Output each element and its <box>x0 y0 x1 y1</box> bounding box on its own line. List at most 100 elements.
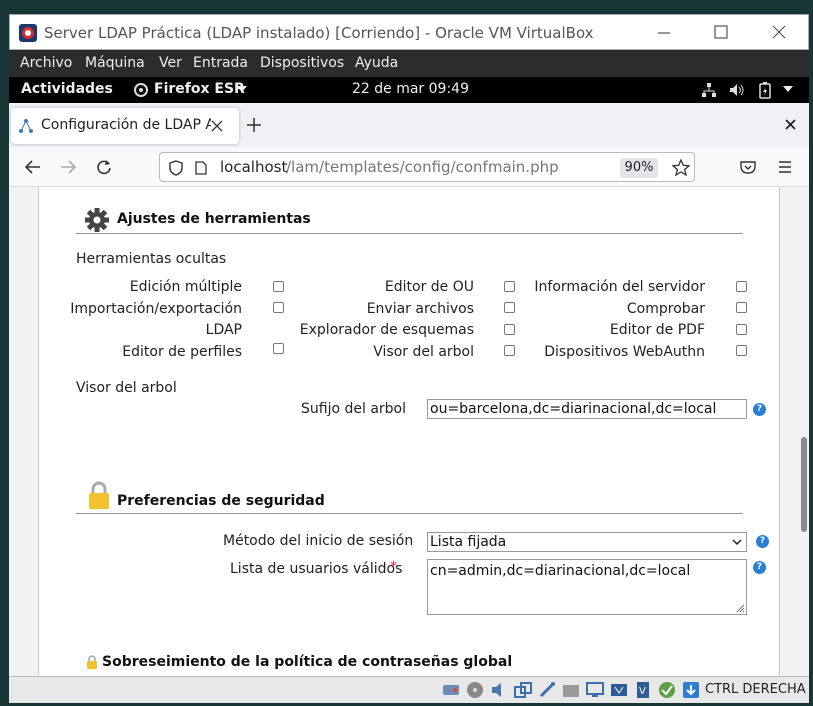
close-window-icon[interactable] <box>785 119 796 130</box>
url-path: /lam/templates/config/confmain.php <box>286 158 559 176</box>
gear-icon <box>85 208 109 232</box>
forward-icon[interactable] <box>60 160 76 174</box>
harddisk-icon[interactable] <box>442 681 460 699</box>
section-divider <box>76 233 743 234</box>
volume-icon[interactable] <box>729 82 745 98</box>
help-icon[interactable]: ? <box>753 561 766 574</box>
network-adapter-icon[interactable] <box>514 681 532 699</box>
tree-suffix-input[interactable] <box>427 399 747 419</box>
tool-label: Enviar archivos <box>366 301 474 317</box>
tool-label: Comprobar <box>626 301 705 317</box>
maximize-icon[interactable] <box>714 25 728 39</box>
clock[interactable]: 22 de mar 09:49 <box>352 81 469 97</box>
valid-users-label: Lista de usuarios válidos <box>230 561 403 577</box>
keyboard-capture-icon[interactable] <box>682 681 700 699</box>
activities-button[interactable]: Actividades <box>21 81 113 97</box>
hidden-tools-label: Herramientas ocultas <box>76 251 227 267</box>
audio-icon[interactable] <box>490 681 508 699</box>
shared-folders-icon[interactable] <box>562 681 580 699</box>
hamburger-menu-icon[interactable] <box>778 160 792 174</box>
valid-users-textarea[interactable]: cn=admin,dc=diarinacional,dc=local <box>427 559 747 615</box>
display-icon[interactable] <box>586 681 604 699</box>
tool-label: Editor de PDF <box>609 322 705 338</box>
tree-viewer-label: Visor del arbol <box>76 380 177 396</box>
vt-x-icon[interactable]: V <box>634 681 652 699</box>
tool-label: Edición múltiple <box>129 279 242 295</box>
tool-label: Editor de perfiles <box>122 344 242 360</box>
login-method-value: Lista fijada <box>430 534 507 550</box>
lock-icon <box>89 481 109 509</box>
browser-tab-bar: Configuración de LDAP Ac <box>9 103 809 147</box>
guest-additions-icon[interactable] <box>658 681 676 699</box>
video-capture-icon[interactable] <box>610 681 628 699</box>
usb-icon[interactable] <box>538 681 556 699</box>
close-icon[interactable] <box>772 25 786 39</box>
tool-checkbox[interactable] <box>736 281 747 292</box>
menu-dispositivos[interactable]: Dispositivos <box>260 55 344 71</box>
tool-checkbox[interactable] <box>273 343 284 354</box>
browser-nav-bar: localhost /lam/templates/config/confmain… <box>9 147 809 187</box>
host-key-label: CTRL DERECHA <box>705 682 806 697</box>
url-bar[interactable]: localhost /lam/templates/config/confmain… <box>159 152 695 182</box>
tab-close-icon[interactable] <box>211 120 223 132</box>
login-method-label: Método del inicio de sesión <box>223 533 414 549</box>
section-title-password-policy: Sobreseimiento de la política de contras… <box>102 654 513 670</box>
window-title: Server LDAP Práctica (LDAP instalado) [C… <box>44 24 594 42</box>
back-icon[interactable] <box>25 160 41 174</box>
tool-label: Explorador de esquemas <box>299 322 474 338</box>
tool-checkbox[interactable] <box>736 345 747 356</box>
lam-favicon-icon <box>19 119 33 133</box>
help-icon[interactable]: ? <box>753 403 766 416</box>
tool-checkbox[interactable] <box>736 324 747 335</box>
resize-handle-icon[interactable] <box>736 604 745 613</box>
section-title-tools: Ajustes de herramientas <box>117 211 311 227</box>
tool-label: Dispositivos WebAuthn <box>544 344 705 360</box>
tool-checkbox[interactable] <box>736 302 747 313</box>
tab-title: Configuración de LDAP Ac <box>41 117 211 133</box>
bookmark-star-icon[interactable] <box>672 159 690 176</box>
minimize-icon[interactable] <box>657 25 671 39</box>
tool-checkbox[interactable] <box>273 302 284 313</box>
new-tab-icon[interactable] <box>247 118 261 132</box>
reload-icon[interactable] <box>96 159 112 175</box>
login-method-select[interactable]: Lista fijada <box>427 532 747 552</box>
tool-label: Editor de OU <box>384 279 474 295</box>
page-info-icon[interactable] <box>195 161 207 175</box>
tool-checkbox[interactable] <box>504 324 515 335</box>
tree-suffix-label: Sufijo del arbol <box>301 401 406 417</box>
menu-ver[interactable]: Ver <box>159 55 182 71</box>
vbox-menu-bar: Archivo Máquina Ver Entrada Dispositivos… <box>9 50 809 77</box>
network-icon[interactable] <box>701 82 717 98</box>
menu-maquina[interactable]: Máquina <box>85 55 145 71</box>
app-menu-firefox[interactable]: Firefox ESR <box>154 81 245 97</box>
tool-label: Importación/exportación <box>70 301 242 317</box>
system-menu-chevron-down-icon[interactable] <box>783 86 793 94</box>
optical-drive-icon[interactable] <box>466 681 484 699</box>
menu-archivo[interactable]: Archivo <box>20 55 72 71</box>
pocket-icon[interactable] <box>740 160 756 174</box>
valid-users-value: cn=admin,dc=diarinacional,dc=local <box>430 563 691 579</box>
page-content: Ajustes de herramientas Herramientas ocu… <box>9 187 809 676</box>
menu-entrada[interactable]: Entrada <box>193 55 248 71</box>
tool-checkbox[interactable] <box>504 345 515 356</box>
tool-checkbox[interactable] <box>504 281 515 292</box>
tool-checkbox[interactable] <box>273 281 284 292</box>
lock-icon <box>87 655 97 669</box>
section-title-security: Preferencias de seguridad <box>117 493 325 509</box>
tool-label: Visor del arbol <box>373 344 474 360</box>
battery-icon[interactable] <box>759 81 771 99</box>
app-menu-chevron-down-icon <box>237 86 247 92</box>
tool-checkbox[interactable] <box>504 302 515 313</box>
page-scrollbar[interactable] <box>799 187 809 676</box>
help-icon[interactable]: ? <box>756 535 769 548</box>
zoom-badge[interactable]: 90% <box>620 158 658 178</box>
shield-icon[interactable] <box>169 160 183 176</box>
chevron-down-icon <box>732 539 742 546</box>
tab-ldap-config[interactable]: Configuración de LDAP Ac <box>11 108 239 144</box>
menu-ayuda[interactable]: Ayuda <box>355 55 398 71</box>
required-asterisk: * <box>390 559 397 575</box>
config-panel: Ajustes de herramientas Herramientas ocu… <box>38 187 780 676</box>
svg-text:V: V <box>639 686 646 697</box>
vbox-title-bar: Server LDAP Práctica (LDAP instalado) [C… <box>9 14 809 50</box>
scrollbar-thumb[interactable] <box>801 437 807 532</box>
